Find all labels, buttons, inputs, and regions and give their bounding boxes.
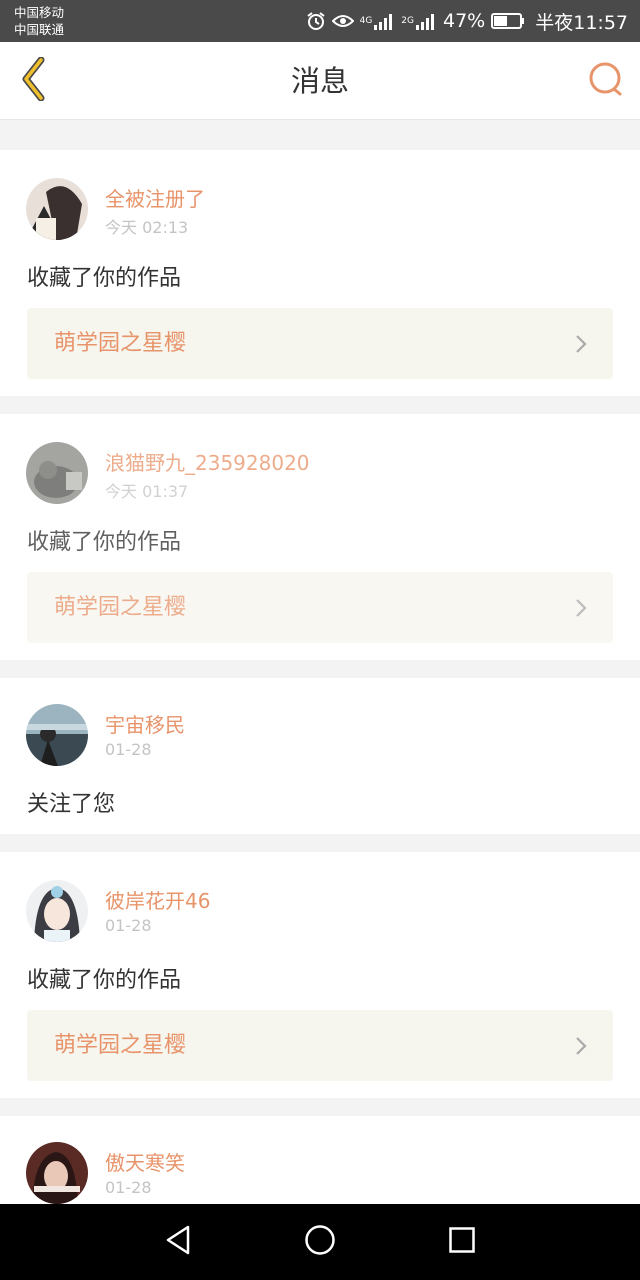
system-recents-button[interactable] bbox=[442, 1222, 482, 1262]
message-card[interactable]: 全被注册了 今天 02:13 收藏了你的作品 萌学园之星樱 bbox=[0, 150, 640, 396]
signal-icon: 4G bbox=[360, 12, 396, 30]
action-text: 收藏了你的作品 bbox=[27, 968, 182, 993]
status-bar: 中国移动 中国联通 4G 2G 47% 半夜11:57 bbox=[0, 0, 640, 42]
nav-bar: 消息 bbox=[0, 42, 640, 120]
message-card[interactable]: 彼岸花开46 01-28 收藏了你的作品 萌学园之星樱 bbox=[0, 852, 640, 1098]
signal-icon: 2G bbox=[401, 12, 437, 30]
battery-icon bbox=[491, 12, 525, 30]
avatar[interactable] bbox=[26, 442, 88, 504]
work-link[interactable]: 萌学园之星樱 bbox=[27, 572, 613, 643]
carrier-2: 中国联通 bbox=[14, 22, 65, 37]
username[interactable]: 彼岸花开46 bbox=[105, 885, 210, 914]
message-list: 全被注册了 今天 02:13 收藏了你的作品 萌学园之星樱 浪猫野九_23592… bbox=[0, 150, 640, 1256]
work-link[interactable]: 萌学园之星樱 bbox=[27, 1010, 613, 1081]
timestamp: 01-28 bbox=[105, 916, 152, 935]
alarm-icon bbox=[306, 11, 326, 31]
message-card[interactable]: 宇宙移民 01-28 关注了您 bbox=[0, 678, 640, 834]
timestamp: 今天 01:37 bbox=[105, 482, 189, 501]
work-link[interactable]: 萌学园之星樱 bbox=[27, 308, 613, 379]
action-text: 收藏了你的作品 bbox=[27, 530, 182, 555]
timestamp: 01-28 bbox=[105, 740, 152, 759]
username[interactable]: 浪猫野九_235928020 bbox=[105, 447, 310, 476]
work-title: 萌学园之星樱 bbox=[54, 1033, 187, 1058]
avatar[interactable] bbox=[26, 178, 88, 240]
eye-icon bbox=[331, 13, 354, 29]
square-recents-icon bbox=[448, 1226, 476, 1258]
battery-percent: 47% bbox=[443, 10, 486, 32]
carrier-names: 中国移动 中国联通 bbox=[14, 4, 64, 38]
username[interactable]: 傲天寒笑 bbox=[105, 1147, 185, 1176]
search-icon bbox=[587, 60, 625, 102]
action-text: 关注了您 bbox=[27, 792, 116, 817]
action-text: 收藏了你的作品 bbox=[27, 266, 182, 291]
work-title: 萌学园之星樱 bbox=[54, 331, 187, 356]
page-title: 消息 bbox=[290, 64, 349, 98]
message-card[interactable]: 浪猫野九_235928020 今天 01:37 收藏了你的作品 萌学园之星樱 bbox=[0, 414, 640, 660]
avatar[interactable] bbox=[26, 1142, 88, 1204]
system-back-button[interactable] bbox=[158, 1222, 198, 1262]
chevron-right-icon bbox=[575, 1036, 587, 1060]
system-home-button[interactable] bbox=[300, 1222, 340, 1262]
timestamp: 01-28 bbox=[105, 1178, 152, 1197]
work-title: 萌学园之星樱 bbox=[54, 595, 187, 620]
chevron-right-icon bbox=[575, 598, 587, 622]
chevron-right-icon bbox=[575, 334, 587, 358]
timestamp: 今天 02:13 bbox=[105, 218, 189, 237]
username[interactable]: 全被注册了 bbox=[105, 183, 205, 212]
username[interactable]: 宇宙移民 bbox=[105, 709, 185, 738]
carrier-1: 中国移动 bbox=[14, 5, 65, 20]
triangle-back-icon bbox=[164, 1224, 192, 1260]
system-nav-bar bbox=[0, 1204, 640, 1280]
search-button[interactable] bbox=[586, 61, 626, 101]
avatar[interactable] bbox=[26, 704, 88, 766]
avatar[interactable] bbox=[26, 880, 88, 942]
circle-home-icon bbox=[304, 1224, 336, 1260]
clock: 半夜11:57 bbox=[535, 11, 628, 34]
